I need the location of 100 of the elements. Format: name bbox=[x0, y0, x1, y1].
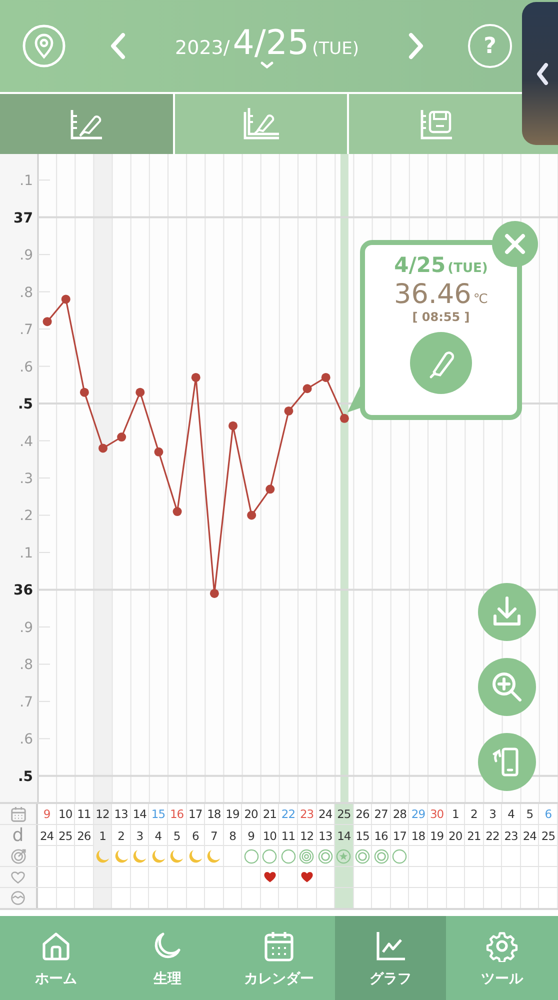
cycle-day-number: 26 bbox=[77, 828, 91, 842]
table-cell[interactable]: 2 bbox=[465, 804, 484, 824]
cycle-day-number: 14 bbox=[337, 828, 351, 842]
table-cell[interactable]: 10 bbox=[56, 804, 76, 824]
cycle-day-number: 2 bbox=[118, 828, 124, 842]
axis-tick-label: .7 bbox=[20, 322, 33, 338]
cycle-day-number: 5 bbox=[173, 828, 180, 842]
table-cell[interactable]: 23 bbox=[298, 804, 317, 824]
data-point[interactable] bbox=[98, 444, 108, 453]
date-number: 27 bbox=[374, 807, 388, 821]
cycle-day-number: 15 bbox=[356, 828, 370, 842]
popup-date: 4/25 bbox=[394, 253, 446, 277]
data-point[interactable] bbox=[136, 388, 145, 397]
cycle-day-number: 10 bbox=[262, 828, 276, 842]
table-cell[interactable]: 17 bbox=[186, 804, 206, 824]
axis-tick-label: .1 bbox=[20, 173, 33, 190]
data-point[interactable] bbox=[191, 372, 200, 382]
date-number: 18 bbox=[207, 807, 221, 821]
axis-tick-label: .7 bbox=[20, 694, 33, 710]
side-panel-handle[interactable] bbox=[522, 2, 558, 145]
line-chart-icon bbox=[374, 930, 407, 962]
axis-tick-label: .9 bbox=[20, 620, 33, 636]
date-number: 15 bbox=[151, 807, 166, 821]
date-number: 26 bbox=[356, 807, 370, 821]
date-number: 24 bbox=[318, 807, 332, 821]
data-point[interactable] bbox=[117, 432, 126, 442]
calendar-icon bbox=[262, 930, 295, 962]
cycle-day-number: 4 bbox=[154, 828, 162, 842]
cycle-day-number: 24 bbox=[522, 828, 536, 842]
data-point[interactable] bbox=[266, 484, 275, 494]
cycle-day-number: 22 bbox=[486, 828, 500, 842]
cycle-day-number: 13 bbox=[318, 828, 332, 842]
table-cell[interactable]: 30 bbox=[428, 804, 447, 824]
target-icon bbox=[10, 848, 26, 864]
table-cell[interactable]: 9 bbox=[38, 804, 57, 824]
axis-tick-label: .8 bbox=[20, 284, 33, 301]
axis-tick-label: .4 bbox=[20, 434, 33, 450]
chevron-left-icon bbox=[535, 62, 549, 86]
date-number: 4 bbox=[508, 807, 514, 821]
cycle-day-number: 25 bbox=[541, 828, 556, 842]
axis-tick-label: .6 bbox=[20, 732, 33, 748]
table-cell[interactable]: 1 bbox=[446, 804, 466, 824]
table-cell[interactable]: 26 bbox=[354, 804, 372, 824]
table-cell[interactable]: 28 bbox=[390, 804, 410, 824]
double-chart-pencil-icon bbox=[241, 106, 281, 142]
table-cell[interactable]: 12 bbox=[94, 804, 112, 824]
date-number: 13 bbox=[114, 807, 128, 821]
date-number: 1 bbox=[452, 807, 459, 821]
axis-tick-label: 37 bbox=[14, 210, 33, 226]
table-cell[interactable]: 4 bbox=[502, 804, 521, 824]
axis-tick-label: .5 bbox=[18, 396, 33, 413]
date-number: 23 bbox=[300, 807, 314, 821]
measurement-time: [ 08:55 ] bbox=[412, 310, 470, 324]
chart-tab[interactable] bbox=[0, 94, 175, 154]
data-point[interactable] bbox=[302, 384, 312, 394]
data-point[interactable] bbox=[210, 588, 219, 598]
table-cell[interactable]: 13 bbox=[112, 804, 131, 824]
table-cell[interactable]: 19 bbox=[224, 804, 242, 824]
table-cell[interactable]: 5 bbox=[520, 804, 540, 824]
data-point[interactable] bbox=[228, 421, 238, 430]
table-cell[interactable]: 16 bbox=[168, 804, 187, 824]
date-number: 10 bbox=[58, 807, 72, 821]
cycle-day-number: 17 bbox=[392, 828, 406, 842]
data-point[interactable] bbox=[61, 294, 70, 304]
table-cell[interactable]: 21 bbox=[260, 804, 280, 824]
heart-icon bbox=[262, 871, 277, 883]
home-icon bbox=[40, 930, 72, 962]
table-cell[interactable]: 3 bbox=[484, 804, 502, 824]
data-point[interactable] bbox=[172, 507, 182, 516]
data-point[interactable] bbox=[80, 388, 89, 397]
date-number: 12 bbox=[96, 807, 110, 821]
data-point[interactable] bbox=[321, 372, 330, 382]
egg-icon bbox=[10, 890, 26, 906]
date-number: 5 bbox=[526, 807, 534, 821]
cycle-day-number: 18 bbox=[411, 828, 426, 842]
table-cell[interactable]: 20 bbox=[242, 804, 261, 824]
date-number: 20 bbox=[244, 807, 258, 821]
cycle-day-number: 12 bbox=[300, 828, 314, 842]
axis-tick-label: .6 bbox=[20, 359, 33, 376]
date-number: 17 bbox=[188, 807, 202, 821]
table-cell[interactable]: 18 bbox=[205, 804, 224, 824]
cycle-day-number: 3 bbox=[136, 828, 144, 842]
cycle-day-number: 20 bbox=[448, 828, 462, 842]
table-cell[interactable]: 25 bbox=[335, 804, 354, 824]
heart-outline-icon bbox=[10, 870, 26, 884]
temperature-value: 36.46 bbox=[394, 279, 472, 310]
data-point[interactable] bbox=[340, 414, 349, 423]
cycle-day-number: 8 bbox=[229, 828, 236, 842]
table-cell[interactable]: 14 bbox=[130, 804, 150, 824]
date-number: 19 bbox=[226, 807, 240, 821]
data-point[interactable] bbox=[154, 447, 164, 456]
data-point[interactable] bbox=[247, 510, 256, 520]
cycle-day-number: 9 bbox=[248, 828, 254, 842]
cycle-day-number: 24 bbox=[40, 828, 54, 842]
data-point[interactable] bbox=[42, 317, 52, 326]
calendar-icon bbox=[10, 806, 26, 822]
table-cell[interactable]: 27 bbox=[372, 804, 391, 824]
axis-tick-label: .1 bbox=[20, 545, 33, 562]
date-number: 3 bbox=[489, 807, 496, 821]
data-point[interactable] bbox=[284, 406, 294, 416]
